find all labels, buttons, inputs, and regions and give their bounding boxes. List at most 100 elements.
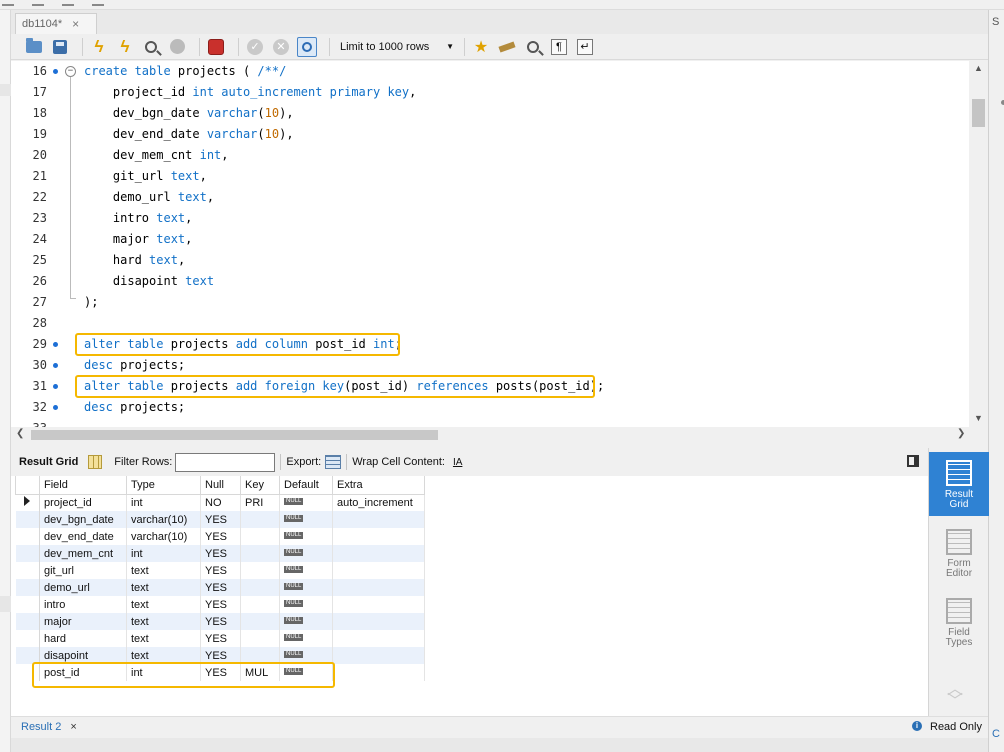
code-line[interactable]: 25 hard text,: [11, 250, 969, 271]
save-icon[interactable]: [50, 37, 70, 57]
fold-toggle-icon[interactable]: −: [65, 66, 76, 77]
column-header[interactable]: Field: [39, 476, 127, 495]
table-cell[interactable]: PRI: [240, 494, 280, 511]
table-cell[interactable]: text: [126, 596, 201, 613]
wrap-cell-icon[interactable]: IA: [453, 457, 462, 468]
rollback-icon[interactable]: ✕: [271, 37, 291, 57]
code-line[interactable]: 20 dev_mem_cnt int,: [11, 145, 969, 166]
execute-current-icon[interactable]: ϟ: [115, 37, 135, 57]
table-cell[interactable]: [332, 579, 425, 596]
table-cell[interactable]: [240, 579, 280, 596]
table-cell[interactable]: [332, 562, 425, 579]
code-line[interactable]: 24 major text,: [11, 229, 969, 250]
limit-rows-select[interactable]: Limit to 1000 rows ▼: [336, 38, 458, 56]
table-cell[interactable]: YES: [200, 613, 241, 630]
stop-hand-icon[interactable]: [167, 37, 187, 57]
row-selector[interactable]: [15, 579, 40, 596]
code-line[interactable]: 21 git_url text,: [11, 166, 969, 187]
table-cell[interactable]: varchar(10): [126, 511, 201, 528]
table-cell[interactable]: dev_mem_cnt: [39, 545, 127, 562]
table-row[interactable]: major text YES NULL: [15, 613, 425, 630]
row-selector[interactable]: [15, 494, 40, 511]
table-cell[interactable]: NULL: [279, 630, 333, 647]
code-line[interactable]: 28: [11, 313, 969, 334]
beautify-icon[interactable]: [497, 37, 517, 57]
scroll-left-icon[interactable]: ❮: [16, 428, 24, 439]
table-cell[interactable]: NULL: [279, 528, 333, 545]
table-cell[interactable]: [240, 511, 280, 528]
table-cell[interactable]: dev_end_date: [39, 528, 127, 545]
table-cell[interactable]: [240, 596, 280, 613]
table-cell[interactable]: NULL: [279, 494, 333, 511]
code-line[interactable]: 22 demo_url text,: [11, 187, 969, 208]
table-cell[interactable]: NULL: [279, 562, 333, 579]
table-row[interactable]: git_url text YES NULL: [15, 562, 425, 579]
result-grid[interactable]: Field Type Null Key Default Extra projec…: [11, 476, 928, 716]
table-cell[interactable]: auto_increment: [332, 494, 425, 511]
table-cell[interactable]: YES: [200, 579, 241, 596]
autocommit-icon[interactable]: [297, 36, 317, 57]
table-cell[interactable]: [332, 613, 425, 630]
table-cell[interactable]: [240, 630, 280, 647]
panel-scroll-chevron-icon[interactable]: ︿ ﹀: [947, 682, 963, 710]
table-cell[interactable]: intro: [39, 596, 127, 613]
scroll-thumb[interactable]: [972, 99, 985, 127]
row-selector[interactable]: [15, 511, 40, 528]
editor-horizontal-scrollbar[interactable]: ❮ ❯: [11, 427, 988, 443]
table-cell[interactable]: YES: [200, 528, 241, 545]
table-cell[interactable]: git_url: [39, 562, 127, 579]
scroll-thumb[interactable]: [31, 430, 438, 440]
table-cell[interactable]: NO: [200, 494, 241, 511]
table-cell[interactable]: text: [126, 630, 201, 647]
table-cell[interactable]: [332, 511, 425, 528]
table-cell[interactable]: [332, 647, 425, 664]
code-line[interactable]: 27);: [11, 292, 969, 313]
invisible-chars-icon[interactable]: ¶: [549, 37, 569, 57]
column-header[interactable]: Null: [200, 476, 241, 495]
row-selector[interactable]: [15, 528, 40, 545]
table-cell[interactable]: [332, 528, 425, 545]
column-header[interactable]: Type: [126, 476, 201, 495]
scroll-right-icon[interactable]: ❯: [957, 428, 965, 439]
folder-icon[interactable]: [24, 37, 44, 57]
table-cell[interactable]: NULL: [279, 511, 333, 528]
table-cell[interactable]: text: [126, 562, 201, 579]
row-selector[interactable]: [15, 596, 40, 613]
table-row[interactable]: hard text YES NULL: [15, 630, 425, 647]
table-cell[interactable]: project_id: [39, 494, 127, 511]
editor-vertical-scrollbar[interactable]: ▲ ▼: [969, 61, 988, 427]
close-icon[interactable]: ×: [72, 17, 79, 31]
table-row[interactable]: demo_url text YES NULL: [15, 579, 425, 596]
right-label-c[interactable]: C: [992, 728, 1000, 740]
code-line[interactable]: 16 − create table projects ( /**/: [11, 61, 969, 82]
sql-editor[interactable]: 16− create table projects ( /**/17 projec…: [11, 61, 988, 427]
commit-icon[interactable]: ✓: [245, 37, 265, 57]
table-row[interactable]: intro text YES NULL: [15, 596, 425, 613]
table-cell[interactable]: [240, 545, 280, 562]
table-cell[interactable]: dev_bgn_date: [39, 511, 127, 528]
table-cell[interactable]: [240, 528, 280, 545]
table-cell[interactable]: [332, 630, 425, 647]
favorite-icon[interactable]: ★: [471, 37, 491, 57]
result-grid-panel-button[interactable]: Result Grid: [929, 452, 989, 516]
row-selector[interactable]: [15, 630, 40, 647]
table-cell[interactable]: YES: [200, 596, 241, 613]
table-row[interactable]: dev_bgn_date varchar(10) YES NULL: [15, 511, 425, 528]
query-tab[interactable]: db1104* ×: [15, 13, 97, 34]
table-cell[interactable]: YES: [200, 562, 241, 579]
code-line[interactable]: 33: [11, 418, 969, 427]
table-row[interactable]: dev_end_date varchar(10) YES NULL: [15, 528, 425, 545]
code-line[interactable]: 32 desc projects;: [11, 397, 969, 418]
code-line[interactable]: 26 disapoint text: [11, 271, 969, 292]
code-line[interactable]: 23 intro text,: [11, 208, 969, 229]
table-cell[interactable]: text: [126, 579, 201, 596]
code-line[interactable]: 19 dev_end_date varchar(10),: [11, 124, 969, 145]
table-row[interactable]: dev_mem_cnt int YES NULL: [15, 545, 425, 562]
execute-icon[interactable]: ϟ: [89, 37, 109, 57]
table-cell[interactable]: YES: [200, 630, 241, 647]
table-cell[interactable]: hard: [39, 630, 127, 647]
table-cell[interactable]: NULL: [279, 596, 333, 613]
column-header[interactable]: Key: [240, 476, 280, 495]
table-cell[interactable]: NULL: [279, 613, 333, 630]
filter-rows-input[interactable]: [175, 452, 276, 472]
